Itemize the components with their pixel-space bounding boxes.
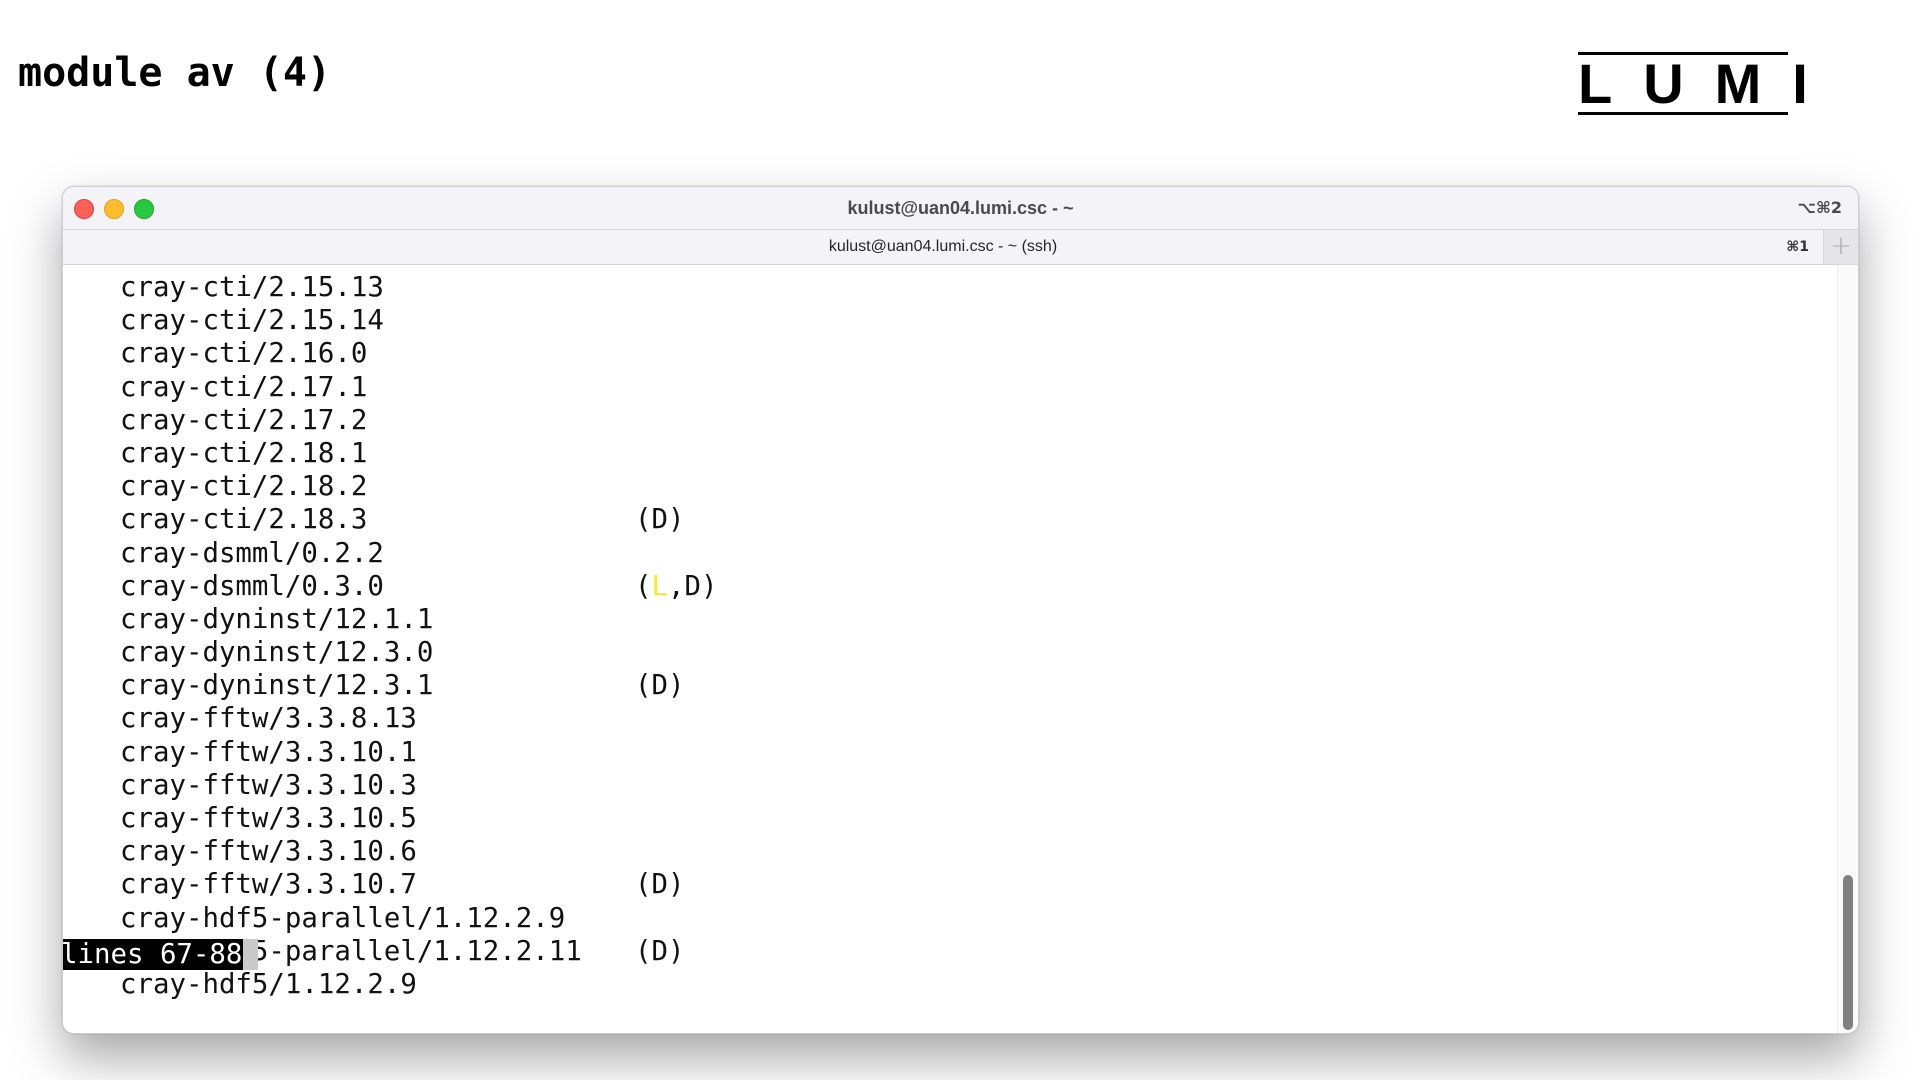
terminal-line: cray-cti/2.18.3 (D) [120, 503, 684, 536]
slide-title: module av (4) [18, 50, 332, 96]
terminal-line: cray-cti/2.17.2 [120, 404, 582, 437]
lumi-logo: LUMI [1578, 52, 1808, 115]
module-name: cray-fftw/3.3.8.13 [120, 703, 417, 735]
terminal-window: kulust@uan04.lumi.csc - ~ ⌥⌘2 kulust@uan… [62, 186, 1859, 1034]
module-name: cray-cti/2.16.0 [120, 338, 368, 370]
module-name: cray-dyninst/12.1.1 [120, 603, 434, 635]
module-name: cray-fftw/3.3.10.6 [120, 836, 417, 868]
window-shortcut: ⌥⌘2 [1797, 198, 1842, 217]
terminal-line: cray-fftw/3.3.10.1 [120, 736, 582, 769]
module-name: cray-hdf5-parallel/1.12.2.9 [120, 902, 566, 934]
terminal-line: cray-hdf5-parallel/1.12.2.9 [120, 902, 582, 935]
logo-bottom-rule [1578, 112, 1788, 115]
module-name: cray-dyninst/12.3.0 [120, 637, 434, 669]
terminal-output[interactable]: cray-cti/2.15.13 cray-cti/2.15.14 cray-cti… [63, 265, 1858, 1033]
module-name: cray-fftw/3.3.10.1 [120, 736, 417, 768]
terminal-line: cray-fftw/3.3.10.7 (D) [120, 868, 684, 901]
module-name: cray-cti/2.18.3 [120, 504, 368, 536]
module-flag: (L,D) [635, 570, 717, 603]
terminal-line: cray-cti/2.16.0 [120, 337, 582, 370]
tab-label: kulust@uan04.lumi.csc - ~ (ssh) [828, 238, 1058, 255]
terminal-line: cray-fftw/3.3.10.3 [120, 769, 582, 802]
terminal-line: cray-hdf5/1.12.2.9 [120, 968, 582, 1001]
flag-suffix: ,D) [668, 570, 718, 602]
module-name: cray-fftw/3.3.10.7 [120, 869, 417, 901]
terminal-line: cray-fftw/3.3.10.5 [120, 802, 582, 835]
tab-shortcut: ⌘1 [1786, 239, 1809, 255]
tab-bar: kulust@uan04.lumi.csc - ~ (ssh) ⌘1 + [63, 230, 1858, 265]
terminal-line: cray-fftw/3.3.10.6 [120, 835, 582, 868]
tab-ssh[interactable]: kulust@uan04.lumi.csc - ~ (ssh) ⌘1 [63, 230, 1824, 264]
terminal-line: cray-dyninst/12.3.0 [120, 636, 582, 669]
pager-status-text: lines 67-88 [63, 939, 244, 970]
window-title: kulust@uan04.lumi.csc - ~ [847, 198, 1074, 218]
default-flag: (D) [635, 869, 685, 901]
module-name: cray-dyninst/12.3.1 [120, 670, 434, 702]
module-name: cray-cti/2.18.1 [120, 437, 368, 469]
terminal-line: cray-cti/2.15.14 [120, 304, 582, 337]
terminal-line: cray-dyninst/12.1.1 [120, 603, 582, 636]
new-tab-button[interactable]: + [1824, 230, 1858, 264]
module-list: cray-cti/2.15.13 cray-cti/2.15.14 cray-cti… [120, 271, 717, 1001]
terminal-line: cray-fftw/3.3.8.13 [120, 702, 582, 735]
default-flag: (D) [635, 670, 685, 702]
module-name: cray-cti/2.15.14 [120, 305, 384, 337]
pager-status: lines 67-88 [63, 938, 259, 971]
logo-text: LUMI [1578, 52, 1839, 115]
module-name: cray-cti/2.15.13 [120, 272, 384, 303]
scrollbar-thumb[interactable] [1843, 875, 1853, 1030]
terminal-line: cray-cti/2.18.2 [120, 470, 582, 503]
loaded-flag: L [651, 570, 669, 602]
terminal-line: cray-cti/2.18.1 [120, 437, 582, 470]
plus-icon: + [1830, 231, 1852, 261]
terminal-line: cray-cti/2.17.1 [120, 371, 582, 404]
module-name: cray-dsmml/0.2.2 [120, 537, 384, 569]
text-cursor [243, 939, 259, 970]
terminal-line: cray-dyninst/12.3.1 (D) [120, 669, 684, 702]
default-flag: (D) [635, 935, 685, 967]
module-name: cray-cti/2.18.2 [120, 471, 368, 503]
module-name: cray-fftw/3.3.10.3 [120, 769, 417, 801]
scrollbar-track[interactable] [1837, 265, 1858, 1033]
terminal-line: cray-dsmml/0.2.2 [120, 537, 582, 570]
terminal-line: cray-dsmml/0.3.0 (L,D) [120, 570, 717, 603]
flag-prefix: ( [635, 570, 652, 602]
module-name: cray-dsmml/0.3.0 [120, 570, 384, 602]
module-name: cray-fftw/3.3.10.5 [120, 803, 417, 834]
module-name: cray-cti/2.17.1 [120, 371, 368, 403]
module-name: cray-hdf5/1.12.2.9 [120, 968, 417, 1000]
module-name: cray-cti/2.17.2 [120, 404, 368, 436]
terminal-line: cray-cti/2.15.13 [120, 271, 582, 304]
title-bar[interactable]: kulust@uan04.lumi.csc - ~ ⌥⌘2 [63, 187, 1858, 230]
default-flag: (D) [635, 504, 685, 536]
